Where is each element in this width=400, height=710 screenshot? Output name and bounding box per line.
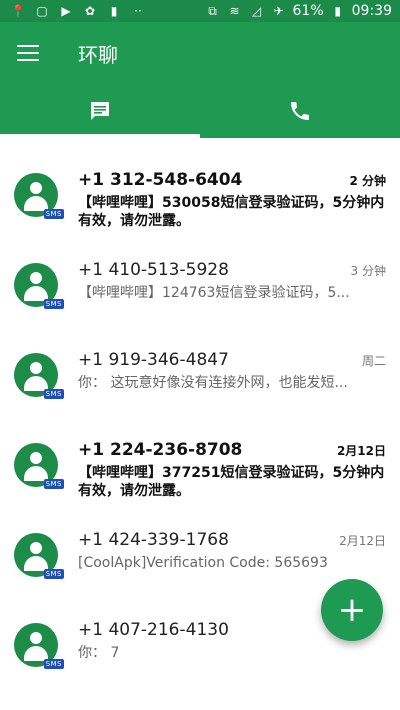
avatar: SMS [14,263,64,309]
avatar: SMS [14,173,64,219]
message-preview: [CoolApk]Verification Code: 565693 [78,555,328,571]
message-time: 2月12日 [339,533,386,548]
airplane-icon: ✈ [273,4,284,18]
message-preview: 你： 这玩意好像没有连接外网，也能发短... [78,375,348,391]
message-preview: 【哔哩哔哩】530058短信登录验证码，5分钟内有效，请勿泄露。 [78,195,385,229]
leaf-icon: ✿ [84,4,96,18]
pin-icon: 📍 [10,4,26,18]
tab-messages[interactable] [0,84,200,138]
contact-name: +1 407-216-4130 [78,620,229,640]
message-icon [91,102,109,120]
more-icon: ·· [134,4,142,18]
cast-icon: ⧉ [208,3,217,18]
app-icon: ▢ [36,4,48,18]
app-toolbar: 环聊 [0,22,400,84]
contact-name: +1 410-513-5928 [78,260,229,280]
tab-calls[interactable] [200,84,400,138]
message-time: 周二 [361,353,386,368]
sms-badge: SMS [43,389,64,399]
battery-level: 61% [292,3,324,19]
contact-name: +1 312-548-6404 [78,170,243,190]
conversation-item[interactable]: SMS +1 224-236-8708 2月12日 【哔哩哔哩】377251短信… [0,416,400,506]
sms-badge: SMS [43,299,64,309]
battery-icon: ▮ [334,4,341,18]
sms-badge: SMS [43,569,64,579]
status-bar: 📍 ▢ ▶ ✿ ▮ ·· ⧉ ≋ ◿ ✈ 61% ▮ 09:39 [0,0,400,22]
menu-icon[interactable] [0,25,56,81]
wifi-icon: ≋ [229,4,240,18]
page-title: 环聊 [78,42,118,67]
contact-name: +1 424-339-1768 [78,530,229,550]
message-preview: 【哔哩哔哩】377251短信登录验证码，5分钟内有效，请勿泄露。 [78,465,385,499]
avatar: SMS [14,443,64,489]
youtube-icon: ▶ [61,4,71,18]
battery-saver-icon: ▮ [110,4,118,18]
sms-badge: SMS [43,659,64,669]
sms-badge: SMS [43,479,64,489]
signal-icon: ◿ [251,4,262,18]
conversation-item[interactable]: SMS +1 312-548-6404 2 分钟 【哔哩哔哩】530058短信登… [0,146,400,236]
sms-badge: SMS [43,209,64,219]
contact-name: +1 919-346-4847 [78,350,229,370]
new-conversation-button[interactable]: + [321,579,383,641]
plus-icon: + [337,590,367,630]
avatar: SMS [14,533,64,579]
message-preview: 【哔哩哔哩】124763短信登录验证码，5... [78,285,350,301]
message-preview: 你： 7 [78,645,120,661]
tab-bar [0,84,400,138]
avatar: SMS [14,623,64,669]
message-time: 2月12日 [336,443,386,458]
message-time: 2 分钟 [349,173,386,188]
message-time: 3 分钟 [350,263,386,278]
clock: 09:39 [351,3,392,19]
avatar: SMS [14,353,64,399]
conversation-item[interactable]: SMS +1 919-346-4847 周二 你： 这玩意好像没有连接外网，也能… [0,326,400,416]
contact-name: +1 224-236-8708 [78,440,243,460]
conversation-item[interactable]: SMS +1 410-513-5928 3 分钟 【哔哩哔哩】124763短信登… [0,236,400,326]
phone-icon [291,102,309,120]
